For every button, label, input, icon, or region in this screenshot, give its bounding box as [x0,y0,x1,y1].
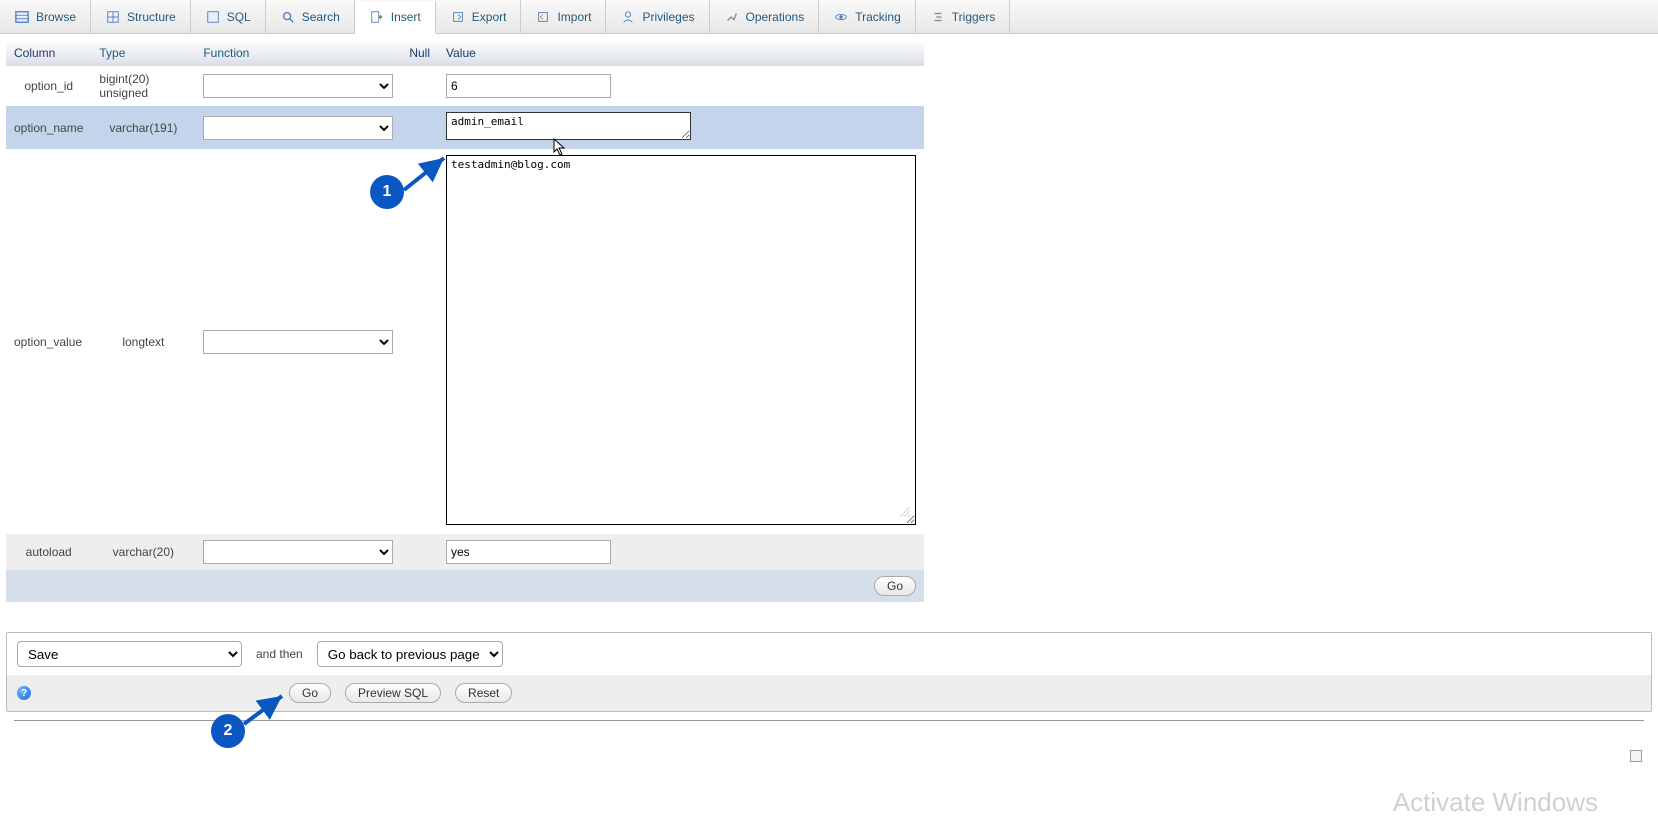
tab-insert[interactable]: Insert [355,1,436,34]
value-input[interactable] [446,540,611,564]
col-type: bigint(20) unsigned [91,66,195,106]
tab-import[interactable]: Import [521,0,606,33]
tab-label: Structure [127,10,176,24]
import-icon [535,9,551,25]
col-name: option_id [6,66,91,106]
col-type: longtext [91,149,195,534]
tab-privileges[interactable]: Privileges [606,0,709,33]
tracking-icon [833,9,849,25]
function-select[interactable] [203,74,393,98]
col-type: varchar(20) [91,534,195,570]
header-null: Null [401,40,438,66]
col-type: varchar(191) [91,106,195,149]
insert-form: Column Type Function Null Value option_i… [6,40,924,602]
go-button[interactable]: Go [289,683,331,703]
tab-sql[interactable]: SQL [191,0,266,33]
search-icon [280,9,296,25]
top-tabs-bar: Browse Structure SQL Search Insert Expor… [0,0,1658,34]
value-textarea-large[interactable]: testadmin@blog.com [446,155,916,525]
sql-icon [205,9,221,25]
activate-windows-watermark: Activate Windows [1393,787,1598,818]
triggers-icon [930,9,946,25]
tab-label: Triggers [952,10,996,24]
value-input[interactable] [446,74,611,98]
header-column: Column [6,40,91,66]
tab-label: SQL [227,10,251,24]
save-action-select[interactable]: Save [17,641,242,667]
tab-structure[interactable]: Structure [91,0,191,33]
after-action-select[interactable]: Go back to previous page [317,641,503,667]
annotation-arrow-1-icon [400,152,450,196]
table-row: autoload varchar(20) [6,534,924,570]
annotation-arrow-2-icon [240,690,290,730]
insert-table: Column Type Function Null Value option_i… [6,40,924,602]
tab-search[interactable]: Search [266,0,355,33]
table-row: option_value longtext testadmin@blog.com [6,149,924,534]
tab-label: Export [472,10,507,24]
insert-icon [369,9,385,25]
preview-sql-button[interactable]: Preview SQL [345,683,441,703]
resize-grip-icon [898,505,912,522]
tab-label: Operations [746,10,805,24]
header-type-link[interactable]: Type [99,46,125,60]
header-value: Value [438,40,924,66]
browse-icon [14,9,30,25]
tab-operations[interactable]: Operations [710,0,820,33]
go-row-button[interactable]: Go [874,576,916,596]
tab-label: Search [302,10,340,24]
tab-label: Import [557,10,591,24]
value-textarea[interactable]: admin_email [446,112,691,140]
mouse-cursor-icon [553,138,567,156]
tab-label: Insert [391,10,421,24]
col-name: option_name [6,106,91,149]
go-row: Go [6,570,924,602]
function-select[interactable] [203,116,393,140]
export-icon [450,9,466,25]
tab-label: Privileges [642,10,694,24]
tab-triggers[interactable]: Triggers [916,0,1011,33]
privileges-icon [620,9,636,25]
tab-browse[interactable]: Browse [0,0,91,33]
annotation-badge-2: 2 [211,714,245,748]
header-row: Column Type Function Null Value [6,40,924,66]
table-row: option_name varchar(191) admin_email [6,106,924,149]
table-row: option_id bigint(20) unsigned [6,66,924,106]
annotation-badge-1: 1 [370,175,404,209]
structure-icon [105,9,121,25]
and-then-label: and then [256,647,303,661]
tab-label: Tracking [855,10,901,24]
function-select[interactable] [203,330,393,354]
header-function-link[interactable]: Function [203,46,249,60]
tab-tracking[interactable]: Tracking [819,0,916,33]
help-icon[interactable]: ? [17,686,31,700]
tab-label: Browse [36,10,76,24]
function-select[interactable] [203,540,393,564]
collapse-icon[interactable] [1630,750,1642,762]
col-name: autoload [6,534,91,570]
tab-export[interactable]: Export [436,0,522,33]
operations-icon [724,9,740,25]
reset-button[interactable]: Reset [455,683,512,703]
col-name: option_value [6,149,91,534]
